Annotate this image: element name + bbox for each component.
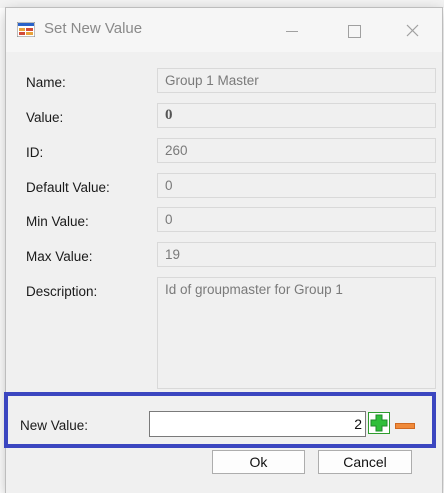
minimize-button[interactable] <box>272 14 312 46</box>
description-field: Id of groupmaster for Group 1 <box>157 277 436 389</box>
cancel-button[interactable]: Cancel <box>318 450 412 474</box>
maximize-icon <box>347 24 361 38</box>
plus-icon <box>370 414 388 432</box>
close-icon <box>406 24 418 37</box>
minimize-icon <box>286 30 298 32</box>
id-field: 260 <box>157 138 436 163</box>
title-bar[interactable]: Set New Value <box>6 8 442 52</box>
description-label: Description: <box>26 284 98 299</box>
min-value-label: Min Value: <box>26 214 89 229</box>
value-label: Value: <box>26 110 64 125</box>
name-field: Group 1 Master <box>157 68 436 93</box>
default-value-label: Default Value: <box>26 180 110 195</box>
decrement-button[interactable] <box>395 418 415 429</box>
new-value-input[interactable]: 2 <box>149 411 366 437</box>
value-field: 0 <box>157 103 436 128</box>
close-button[interactable] <box>392 14 432 46</box>
max-value-field: 19 <box>157 242 436 267</box>
max-value-label: Max Value: <box>26 249 93 264</box>
id-label: ID: <box>26 145 44 160</box>
ok-button[interactable]: Ok <box>212 450 305 474</box>
window-title: Set New Value <box>44 20 143 37</box>
app-icon <box>17 22 35 37</box>
min-value-field: 0 <box>157 207 436 232</box>
maximize-button[interactable] <box>334 14 374 46</box>
new-value-label: New Value: <box>20 418 89 433</box>
minus-icon <box>395 423 415 429</box>
default-value-field: 0 <box>157 173 436 198</box>
background-window-strip <box>0 0 444 8</box>
increment-button[interactable] <box>368 412 390 434</box>
name-label: Name: <box>26 75 66 90</box>
